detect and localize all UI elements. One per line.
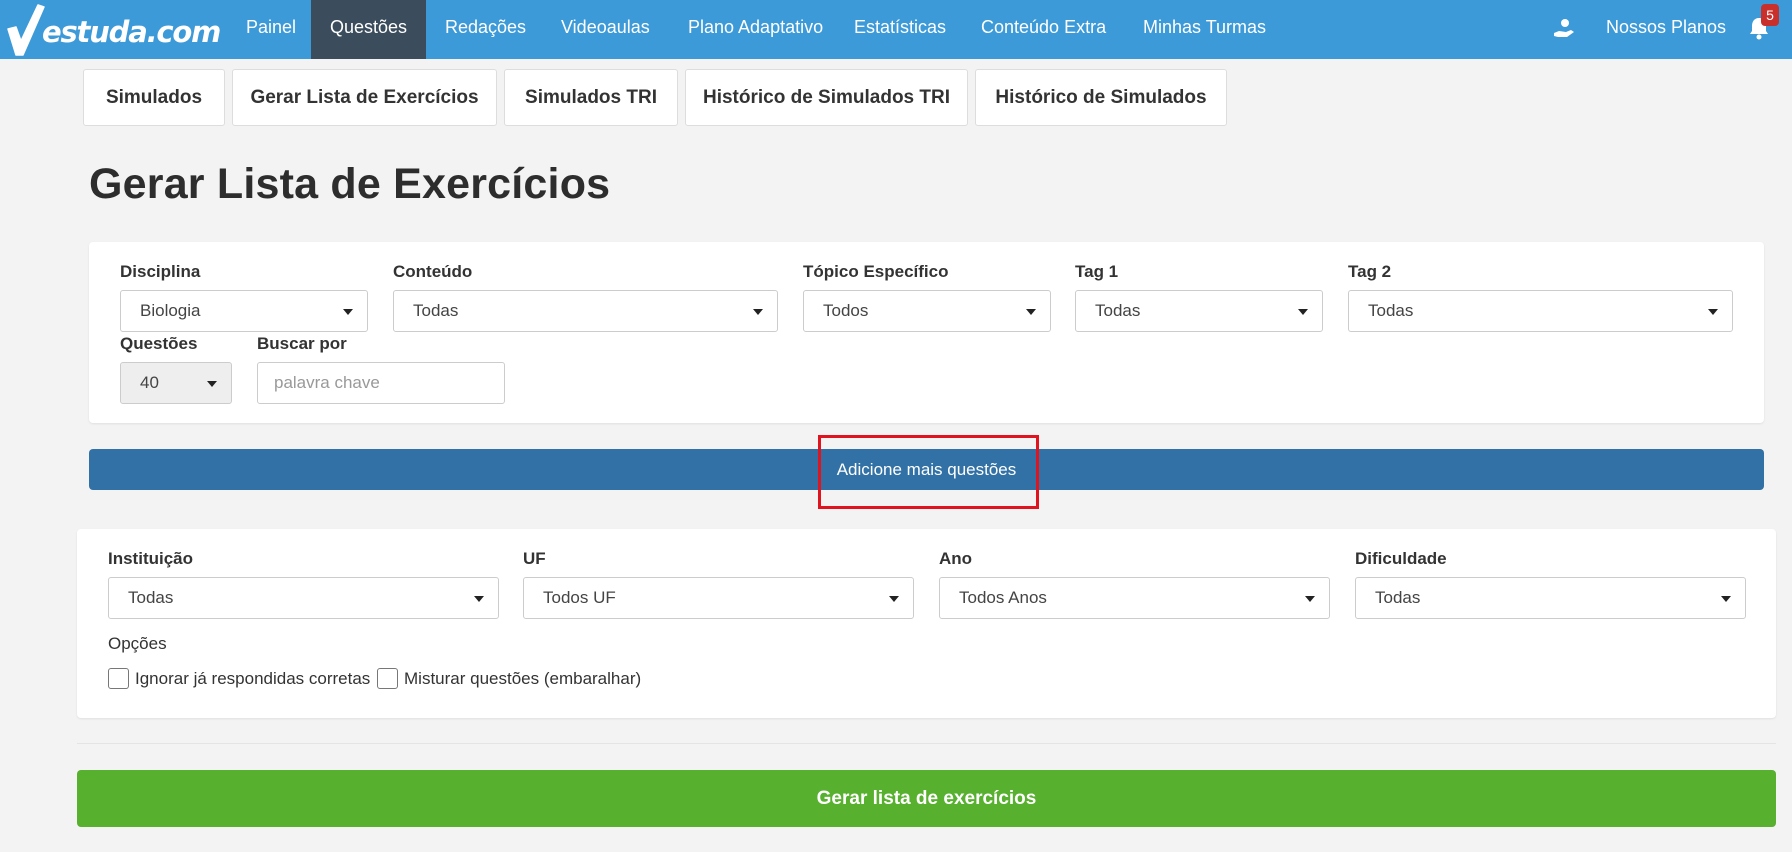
- tab-gerar-lista[interactable]: Gerar Lista de Exercícios: [232, 69, 497, 126]
- nav-item-videoaulas[interactable]: Videoaulas: [543, 0, 668, 59]
- tab-historico-simulados[interactable]: Histórico de Simulados: [975, 69, 1227, 126]
- dificuldade-label: Dificuldade: [1355, 549, 1447, 568]
- chevron-down-icon: [474, 596, 484, 602]
- nav-item-nossos-planos[interactable]: Nossos Planos: [1588, 0, 1744, 59]
- checkbox[interactable]: [108, 668, 129, 689]
- nav-item-estatisticas[interactable]: Estatísticas: [836, 0, 964, 59]
- chevron-down-icon: [1708, 309, 1718, 315]
- page-title: Gerar Lista de Exercícios: [89, 160, 611, 208]
- chevron-down-icon: [207, 381, 217, 387]
- generate-list-button[interactable]: Gerar lista de exercícios: [77, 770, 1776, 827]
- buscar-label: Buscar por: [257, 334, 347, 353]
- conteudo-select[interactable]: Todas: [393, 290, 778, 332]
- instituicao-label: Instituição: [108, 549, 194, 568]
- dificuldade-select[interactable]: Todas: [1355, 577, 1746, 619]
- tag2-value: Todas: [1368, 301, 1414, 320]
- ano-label: Ano: [939, 549, 973, 568]
- top-navbar: estuda.com Painel Questões Redações Vide…: [0, 0, 1792, 59]
- logo-text: estuda.com: [42, 14, 221, 49]
- hand-user-icon[interactable]: [1553, 17, 1575, 44]
- nav-item-minhas-turmas[interactable]: Minhas Turmas: [1125, 0, 1284, 59]
- tab-simulados[interactable]: Simulados: [83, 69, 225, 126]
- dificuldade-value: Todas: [1375, 588, 1421, 607]
- chevron-down-icon: [1721, 596, 1731, 602]
- uf-label: UF: [523, 549, 546, 568]
- option-shuffle[interactable]: Misturar questões (embaralhar): [377, 668, 641, 689]
- chevron-down-icon: [1026, 309, 1036, 315]
- ano-value: Todos Anos: [959, 588, 1047, 607]
- disciplina-label: Disciplina: [120, 262, 201, 281]
- tag2-label: Tag 2: [1348, 262, 1392, 281]
- checkmark-logo-icon: [7, 3, 45, 56]
- chevron-down-icon: [1298, 309, 1308, 315]
- tag1-value: Todas: [1095, 301, 1141, 320]
- filter-panel: Disciplina Biologia Conteúdo Todas Tópic…: [89, 242, 1764, 423]
- option-label: Ignorar já respondidas corretas: [135, 668, 371, 688]
- opcoes-label: Opções: [108, 634, 167, 653]
- ano-select[interactable]: Todos Anos: [939, 577, 1330, 619]
- option-label: Misturar questões (embaralhar): [404, 668, 642, 688]
- topico-select[interactable]: Todos: [803, 290, 1051, 332]
- checkbox[interactable]: [377, 668, 398, 689]
- notification-badge: 5: [1761, 4, 1779, 26]
- uf-select[interactable]: Todos UF: [523, 577, 914, 619]
- chevron-down-icon: [889, 596, 899, 602]
- nav-item-painel[interactable]: Painel: [228, 0, 314, 59]
- instituicao-select[interactable]: Todas: [108, 577, 499, 619]
- chevron-down-icon: [753, 309, 763, 315]
- conteudo-label: Conteúdo: [393, 262, 473, 281]
- nav-item-conteudo-extra[interactable]: Conteúdo Extra: [963, 0, 1124, 59]
- uf-value: Todos UF: [543, 588, 616, 607]
- disciplina-select[interactable]: Biologia: [120, 290, 368, 332]
- highlight-box: [818, 435, 1039, 509]
- tag1-select[interactable]: Todas: [1075, 290, 1323, 332]
- option-ignore-correct[interactable]: Ignorar já respondidas corretas: [108, 668, 370, 689]
- disciplina-value: Biologia: [140, 301, 201, 320]
- conteudo-value: Todas: [413, 301, 459, 320]
- questoes-value: 40: [140, 373, 159, 392]
- nav-item-questoes[interactable]: Questões: [311, 0, 426, 59]
- search-keyword-input[interactable]: [257, 362, 505, 404]
- questoes-label: Questões: [120, 334, 198, 353]
- chevron-down-icon: [1305, 596, 1315, 602]
- tab-simulados-tri[interactable]: Simulados TRI: [504, 69, 678, 126]
- chevron-down-icon: [343, 309, 353, 315]
- tag1-label: Tag 1: [1075, 262, 1119, 281]
- extra-filter-panel: Instituição Todas UF Todos UF Ano Todos …: [77, 529, 1776, 718]
- topico-value: Todos: [823, 301, 869, 320]
- topico-label: Tópico Específico: [803, 262, 949, 281]
- instituicao-value: Todas: [128, 588, 174, 607]
- questoes-select[interactable]: 40: [120, 362, 232, 404]
- nav-item-redacoes[interactable]: Redações: [427, 0, 544, 59]
- tab-historico-tri[interactable]: Histórico de Simulados TRI: [685, 69, 968, 126]
- divider: [77, 743, 1776, 744]
- nav-item-plano-adaptativo[interactable]: Plano Adaptativo: [670, 0, 841, 59]
- brand-logo[interactable]: estuda.com: [4, 0, 221, 59]
- tag2-select[interactable]: Todas: [1348, 290, 1733, 332]
